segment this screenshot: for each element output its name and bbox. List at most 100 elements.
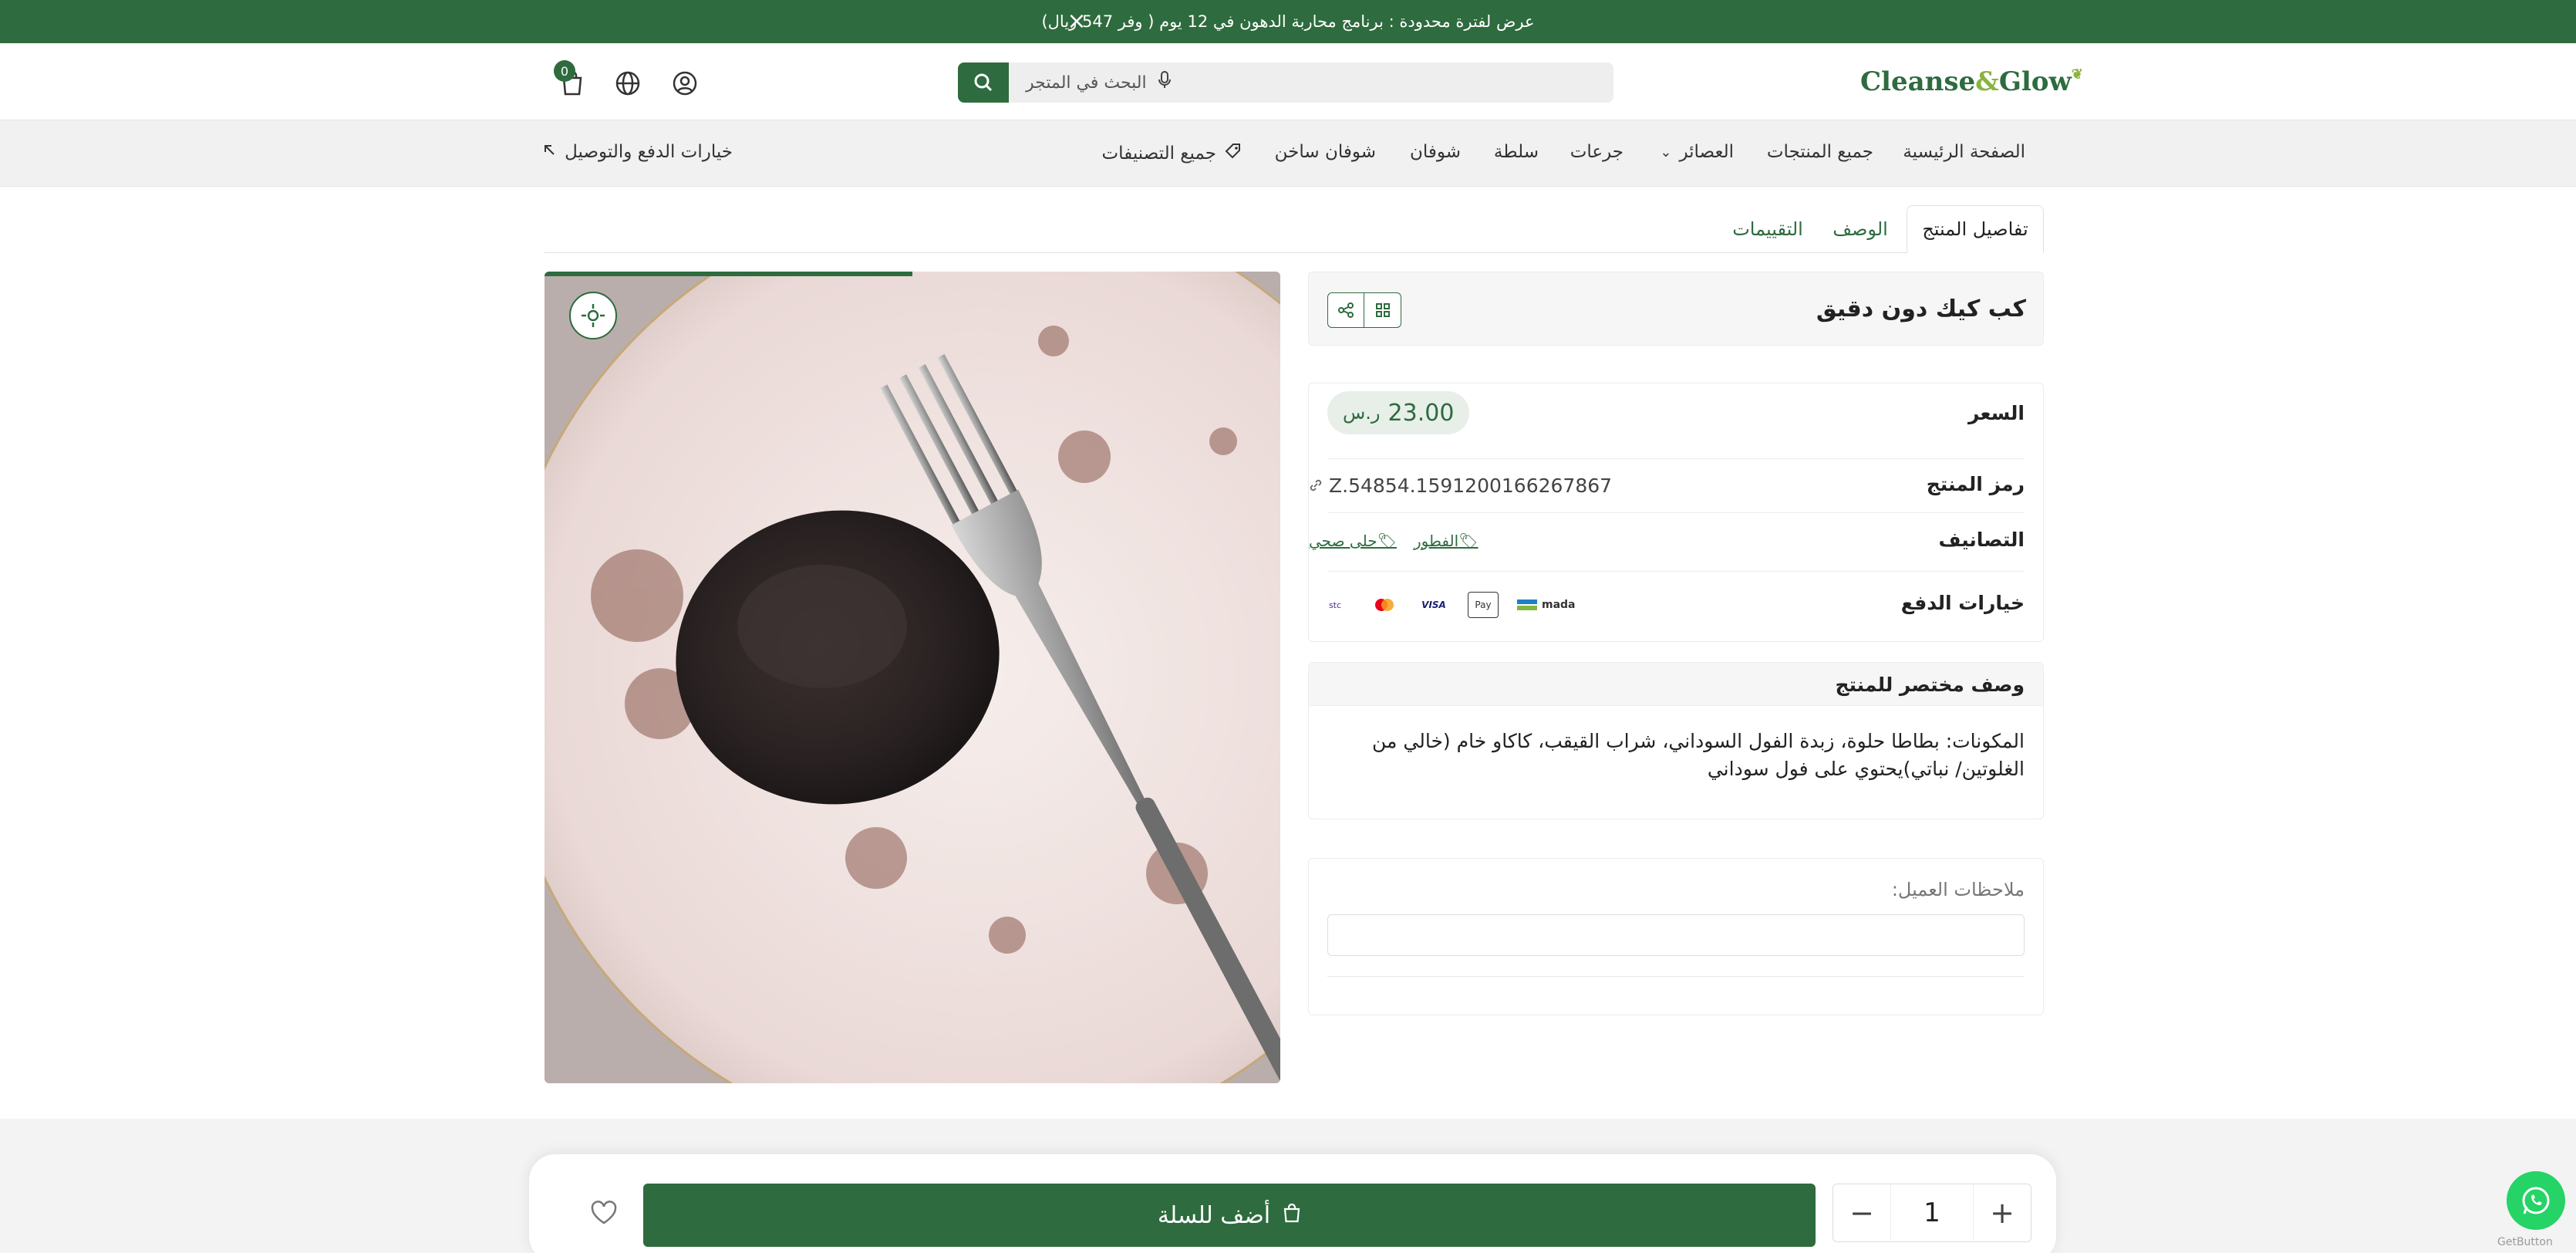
notes-label: ملاحظات العميل: (1891, 879, 2025, 900)
nav-item-salad[interactable]: سلطة (1494, 142, 1539, 162)
nav-label: خيارات الدفع والتوصيل (565, 142, 733, 162)
nav-item-all-products[interactable]: جميع المنتجات (1767, 142, 1873, 162)
tab-label: الوصف (1833, 218, 1888, 240)
add-to-cart-label: أضف للسلة (1157, 1201, 1271, 1229)
nav-item-oats[interactable]: شوفان (1410, 142, 1461, 162)
search-placeholder: البحث في المتجر (1026, 73, 1147, 93)
price-value: 23.00 (1387, 399, 1455, 427)
product-tabs: تفاصيل المنتج الوصف التقييمات (545, 205, 2044, 253)
stc-pay-icon: stc (1320, 592, 1350, 618)
tag-icon (1224, 142, 1242, 165)
product-title: كب كيك دون دقيق (1816, 296, 2026, 323)
tag-icon: 🏷 (1377, 532, 1397, 550)
heart-icon (591, 1201, 617, 1224)
description-text: المكونات: بطاطا حلوة، زبدة الفول السودان… (1372, 730, 2025, 780)
search-button[interactable] (958, 62, 1009, 103)
tab-label: التقييمات (1732, 218, 1803, 240)
logo[interactable]: Cleanse&Glow❦ (1860, 66, 2083, 97)
description-header: وصف مختصر للمنتج (1309, 663, 2043, 706)
riyal-icon: ر.س (1343, 402, 1381, 424)
category-links: 🏷الفطور 🏷حلى صحي (1309, 532, 1479, 550)
category-label: الفطور (1413, 532, 1459, 550)
qr-code-icon (1375, 303, 1390, 317)
nav-item-all-categories[interactable]: جميع التصنيفات (1102, 142, 1242, 165)
share-icon (1338, 302, 1354, 318)
image-slider-progress (545, 272, 912, 276)
logo-text-main: Cleanse (1860, 66, 1976, 97)
cupcake-photo (545, 272, 1280, 1083)
logo-ampersand: & (1975, 66, 1999, 97)
notes-input[interactable] (1327, 914, 2025, 956)
nav-label: جرعات (1570, 142, 1623, 162)
share-button[interactable] (1327, 292, 1364, 328)
decrease-quantity-button[interactable]: − (1833, 1184, 1890, 1242)
price-badge: ر.س 23.00 (1327, 391, 1470, 434)
payment-stc: stc (1328, 599, 1342, 610)
mastercard-icon (1369, 592, 1400, 618)
chevron-down-icon: ⌄ (1660, 144, 1672, 160)
leaf-icon: ❦ (2071, 66, 2083, 83)
visa-icon: VISA (1418, 592, 1449, 618)
category-link-healthy-dessert[interactable]: 🏷حلى صحي (1309, 532, 1397, 550)
qr-code-button[interactable] (1364, 292, 1401, 328)
search-input[interactable]: البحث في المتجر (1009, 62, 1613, 103)
customer-notes-card: ملاحظات العميل: (1308, 858, 2044, 1015)
shopping-bag-icon (1283, 1202, 1301, 1229)
tab-reviews[interactable]: التقييمات (1721, 205, 1814, 253)
category-link-breakfast[interactable]: 🏷الفطور (1414, 532, 1479, 550)
tag-icon: 🏷 (1458, 532, 1479, 550)
mada-icon: mada (1517, 592, 1576, 618)
nav-label: العصائر (1679, 142, 1734, 162)
tab-label: تفاصيل المنتج (1922, 218, 2028, 240)
link-icon (1309, 475, 1323, 497)
category-label: حلى صحي (1309, 532, 1377, 550)
nav-item-shots[interactable]: جرعات (1570, 142, 1623, 162)
price-label: السعر (1967, 402, 2025, 424)
payment-label: خيارات الدفع (1900, 592, 2025, 614)
close-icon[interactable]: × (1066, 10, 1087, 33)
divider (1327, 976, 2025, 977)
getbutton-credit[interactable]: GetButton (2497, 1236, 2553, 1248)
nav-item-home[interactable]: الصفحة الرئيسية (1903, 142, 2025, 162)
nav-item-juices[interactable]: العصائر ⌄ (1660, 142, 1734, 162)
sku-label: رمز المنتج (1926, 473, 2025, 495)
apple-pay-icon: Pay (1468, 592, 1499, 618)
globe-icon[interactable] (611, 66, 645, 100)
product-title-card: كب كيك دون دقيق (1308, 272, 2044, 346)
nav-label: جميع المنتجات (1766, 142, 1873, 162)
whatsapp-button[interactable] (2507, 1171, 2565, 1230)
mic-icon[interactable] (1158, 71, 1172, 94)
account-icon[interactable] (668, 66, 702, 100)
tab-product-details[interactable]: تفاصيل المنتج (1907, 205, 2044, 253)
cart-icon[interactable]: 0 (554, 60, 589, 100)
product-image[interactable] (545, 272, 1280, 1083)
sku-value-wrap[interactable]: Z.54854.1591200166267867 (1309, 475, 1612, 497)
payment-visa: VISA (1421, 599, 1446, 610)
site-header: Cleanse&Glow❦ البحث في المتجر 0 (0, 43, 2576, 120)
nav-label: الصفحة الرئيسية (1903, 142, 2025, 162)
nav-payment-delivery-link[interactable]: خيارات الدفع والتوصيل (541, 142, 733, 162)
payment-methods: stc VISA Pay mada (1320, 592, 1576, 618)
price-row: السعر ر.س 23.00 (1327, 383, 2025, 459)
product-info-card: السعر ر.س 23.00 رمز المنتج Z.54854.15912… (1308, 383, 2044, 642)
arrow-up-left-icon (541, 142, 557, 162)
promo-text: عرض لفترة محدودة : برنامج محاربة الدهون … (1041, 12, 1535, 31)
wishlist-button[interactable] (575, 1184, 632, 1242)
tab-description[interactable]: الوصف (1822, 205, 1899, 253)
increase-quantity-button[interactable]: + (1974, 1184, 2031, 1242)
sku-value: Z.54854.1591200166267867 (1329, 475, 1613, 497)
search-bar: البحث في المتجر (958, 62, 1613, 103)
add-to-cart-button[interactable]: أضف للسلة (643, 1184, 1816, 1247)
title-actions (1327, 292, 1401, 328)
payment-apple-pay: Pay (1475, 599, 1492, 610)
promo-bar: عرض لفترة محدودة : برنامج محاربة الدهون … (0, 0, 2576, 43)
nav-item-hot-oats[interactable]: شوفان ساخن (1275, 142, 1376, 162)
quantity-stepper: − 1 + (1833, 1184, 2031, 1242)
nav-label: شوفان (1409, 142, 1461, 162)
main-nav: الصفحة الرئيسية جميع المنتجات العصائر ⌄ ج… (0, 120, 2576, 187)
zoom-icon[interactable] (569, 292, 617, 339)
nav-label: سلطة (1493, 142, 1539, 162)
cart-count-badge: 0 (554, 60, 575, 82)
search-icon (974, 73, 993, 92)
quantity-value[interactable]: 1 (1890, 1184, 1974, 1242)
